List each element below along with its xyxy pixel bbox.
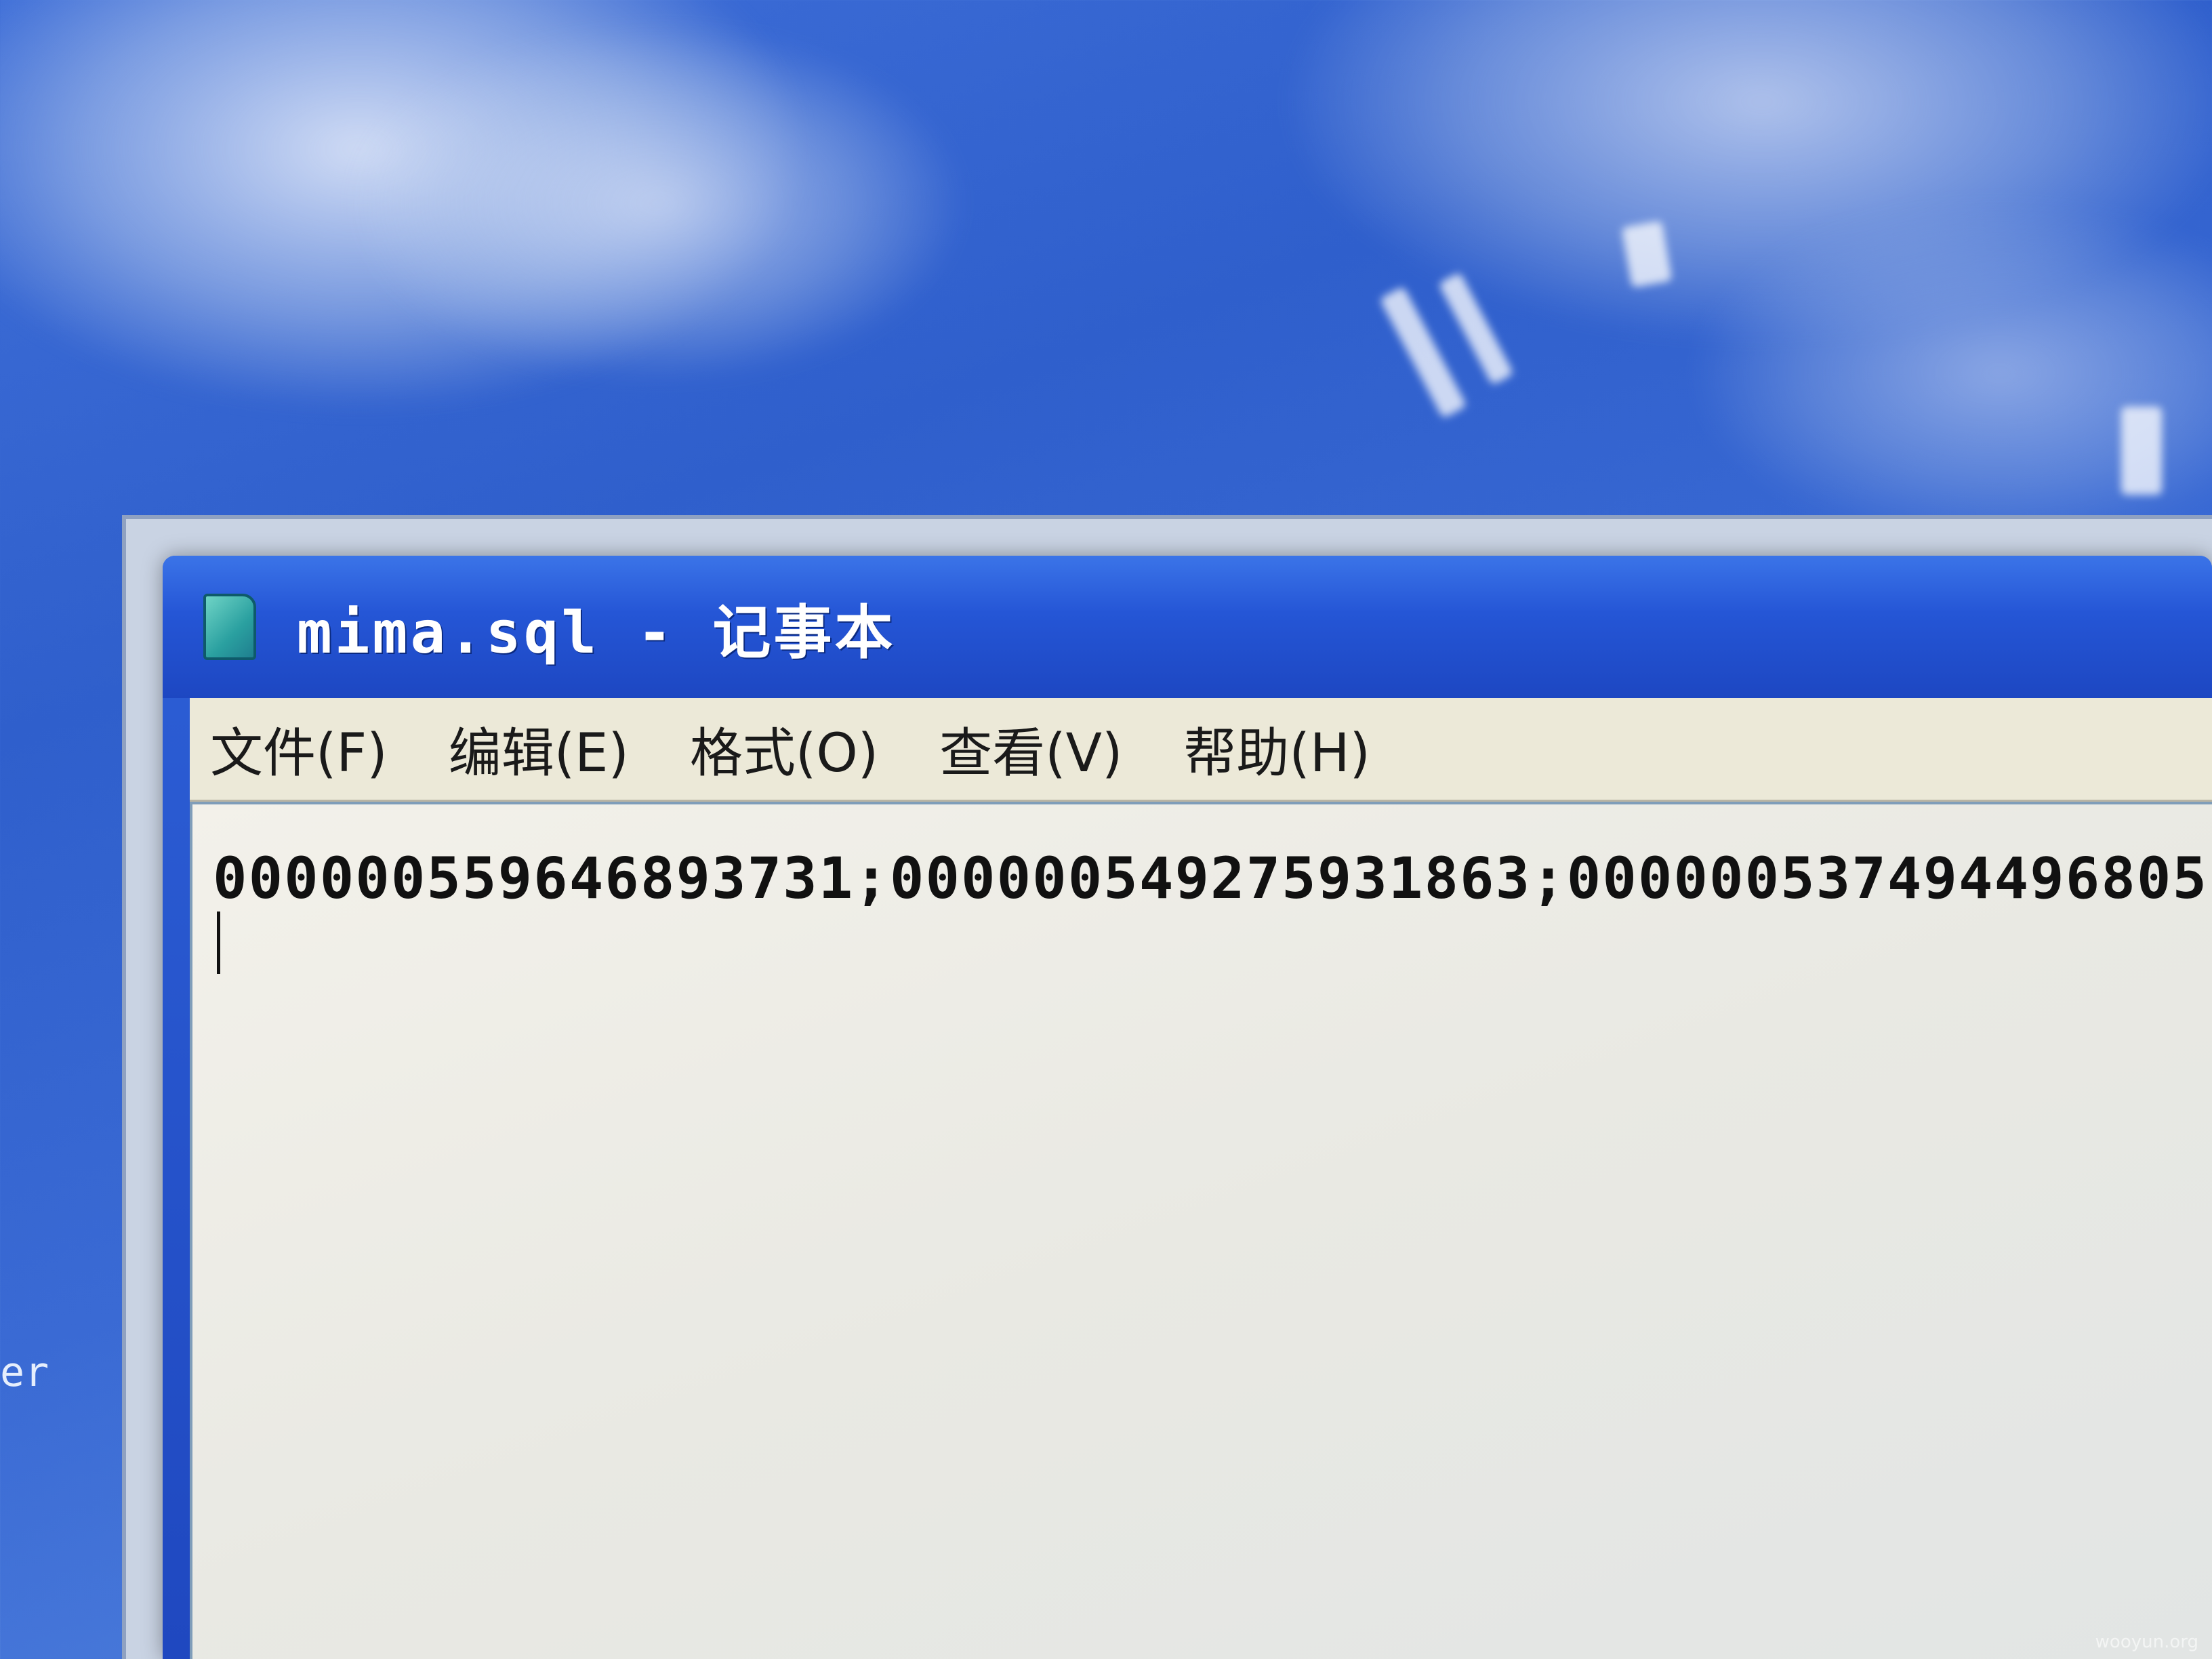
- menu-format[interactable]: 格式(O): [690, 711, 878, 787]
- menu-bar: 文件(F) 编辑(E) 格式(O) 查看(V) 帮助(H): [190, 698, 2212, 802]
- menu-edit[interactable]: 编辑(E): [449, 711, 629, 787]
- screen-glare: [2121, 407, 2162, 495]
- menu-view[interactable]: 查看(V): [939, 711, 1122, 787]
- text-editor-area[interactable]: 000000559646893731;000000549275931863;00…: [190, 802, 2212, 1659]
- menu-help[interactable]: 帮助(H): [1183, 711, 1370, 787]
- menu-file[interactable]: 文件(F): [210, 711, 388, 787]
- window-title: mima.sql - 记事本: [297, 598, 896, 667]
- text-caret: [217, 912, 220, 974]
- watermark: wooyun.org: [2095, 1632, 2198, 1652]
- notepad-window[interactable]: mima.sql - 记事本 文件(F) 编辑(E) 格式(O) 查看(V) 帮…: [163, 556, 2212, 1659]
- desktop-cloud: [352, 27, 962, 380]
- title-bar[interactable]: mima.sql - 记事本: [163, 556, 2212, 698]
- notepad-icon[interactable]: [203, 594, 256, 660]
- desktop-icon-label[interactable]: er: [0, 1349, 49, 1396]
- editor-content[interactable]: 000000559646893731;000000549275931863;00…: [213, 845, 2212, 912]
